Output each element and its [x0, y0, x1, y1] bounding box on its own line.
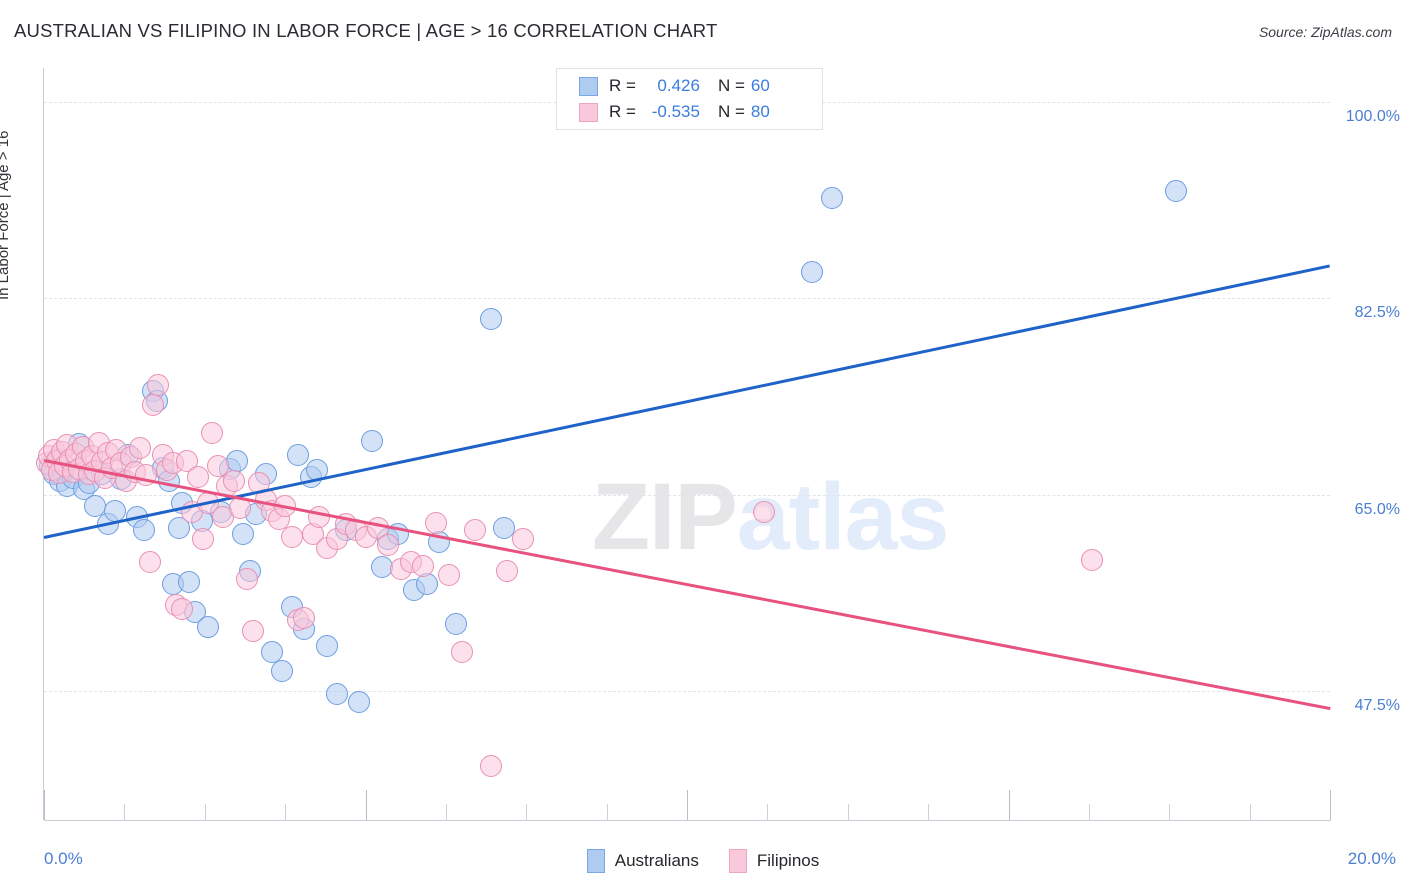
scatter-point-pink	[142, 393, 165, 416]
r-label-filipinos: R =	[609, 102, 636, 121]
scatter-point-blue	[444, 612, 467, 635]
x-tick-minor	[767, 804, 769, 820]
n-value-filipinos: 80	[750, 102, 770, 121]
scatter-point-pink	[192, 528, 215, 551]
x-tick-minor	[1169, 804, 1171, 820]
source-attribution: Source: ZipAtlas.com	[1258, 24, 1392, 40]
scatter-point-blue	[196, 615, 219, 638]
scatter-point-blue	[415, 573, 438, 596]
scatter-point-blue	[232, 522, 255, 545]
scatter-point-blue	[348, 691, 371, 714]
scatter-point-blue	[270, 659, 293, 682]
y-tick-label: 47.5%	[1354, 696, 1400, 714]
scatter-point-blue	[820, 187, 843, 210]
scatter-point-blue	[801, 261, 824, 284]
scatter-point-pink	[235, 567, 258, 590]
n-value-australians: 60	[750, 76, 770, 95]
scatter-point-pink	[479, 755, 502, 778]
legend-item-filipinos[interactable]: Filipinos	[728, 849, 820, 873]
scatter-point-blue	[225, 449, 248, 472]
n-label-filipinos: N =	[717, 102, 745, 121]
scatter-point-blue	[132, 519, 155, 542]
scatter-point-pink	[139, 550, 162, 573]
r-value-filipinos: -0.535	[651, 102, 700, 121]
x-axis-line	[44, 820, 1331, 821]
scatter-point-blue	[177, 571, 200, 594]
scatter-point-pink	[438, 564, 461, 587]
scatter-point-pink	[450, 640, 473, 663]
scatter-point-pink	[377, 534, 399, 556]
y-tick-label: 100.0%	[1345, 107, 1400, 125]
x-tick-minor	[526, 804, 528, 820]
scatter-point-pink	[425, 511, 448, 534]
scatter-point-pink	[147, 373, 170, 396]
scatter-point-pink	[463, 519, 486, 542]
scatter-point-blue	[360, 429, 383, 452]
legend-label-australians: Australians	[614, 851, 699, 870]
y-tick-label: 82.5%	[1354, 304, 1400, 322]
legend-swatch-filipinos-icon	[728, 849, 747, 873]
correlation-stats-legend: R = 0.426 N = 60 R = -0.535 N = 80	[556, 68, 823, 130]
x-tick-major	[687, 790, 688, 820]
x-tick-minor	[445, 804, 447, 820]
scatter-point-pink	[753, 501, 776, 524]
scatter-point-pink	[129, 437, 152, 460]
watermark-zip: ZIP	[592, 464, 738, 570]
scatter-point-blue	[325, 683, 348, 706]
plot-area: ZIPatlas	[36, 68, 1331, 820]
x-tick-minor	[847, 804, 849, 820]
scatter-point-pink	[187, 465, 210, 488]
scatter-point-blue	[315, 635, 338, 658]
y-tick-label: 65.0%	[1354, 500, 1400, 518]
gridline	[44, 690, 1330, 692]
gridline	[44, 298, 1330, 300]
scatter-point-pink	[512, 528, 535, 551]
x-tick-major	[1008, 790, 1010, 820]
scatter-point-blue	[479, 308, 502, 331]
scatter-point-blue	[286, 444, 309, 467]
x-tick-minor	[606, 804, 608, 820]
stats-row-filipinos: R = -0.535 N = 80	[579, 99, 822, 125]
x-tick-minor	[124, 804, 126, 820]
x-tick-minor	[1249, 804, 1251, 820]
y-axis-title: In Labor Force | Age > 16	[0, 130, 12, 300]
scatter-point-pink	[495, 559, 518, 582]
scatter-point-blue	[1164, 180, 1187, 203]
scatter-point-pink	[280, 526, 303, 549]
stats-row-australians: R = 0.426 N = 60	[579, 73, 822, 99]
r-value-australians: 0.426	[657, 76, 700, 95]
series-legend: Australians Filipinos	[0, 849, 1406, 873]
page-title: AUSTRALIAN VS FILIPINO IN LABOR FORCE | …	[14, 20, 718, 41]
x-tick-minor	[1088, 804, 1090, 820]
x-tick-major	[365, 790, 367, 820]
legend-swatch-australians-icon	[586, 849, 605, 873]
legend-item-australians[interactable]: Australians	[586, 849, 699, 873]
australians-swatch-icon	[579, 76, 598, 96]
n-label-australians: N =	[717, 76, 745, 95]
scatter-point-pink	[308, 505, 331, 528]
chart-root: AUSTRALIAN VS FILIPINO IN LABOR FORCE | …	[0, 0, 1406, 892]
r-label-australians: R =	[609, 76, 636, 95]
scatter-point-pink	[241, 620, 264, 643]
x-tick-minor	[285, 804, 287, 820]
x-tick-major	[44, 790, 45, 820]
filipinos-swatch-icon	[579, 102, 598, 122]
scatter-point-pink	[1081, 548, 1104, 571]
scatter-point-pink	[201, 421, 224, 444]
legend-label-filipinos: Filipinos	[756, 851, 820, 870]
x-tick-major	[1330, 790, 1331, 820]
x-tick-minor	[204, 804, 206, 820]
x-tick-minor	[928, 804, 930, 820]
scatter-point-pink	[222, 470, 245, 493]
